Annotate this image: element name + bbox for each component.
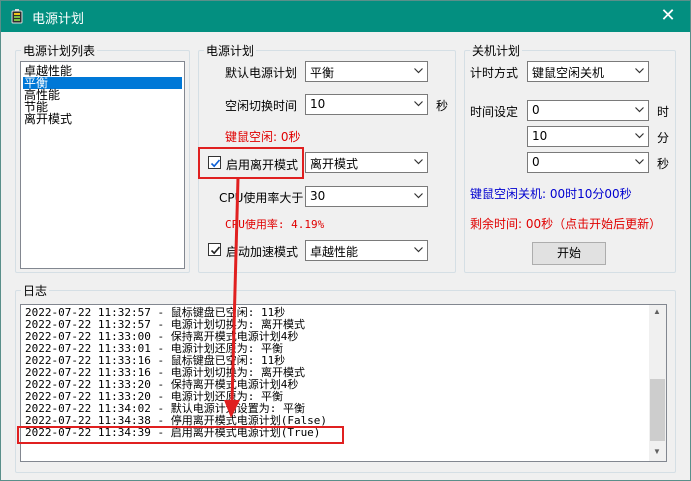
- chevron-down-icon[interactable]: [631, 101, 648, 120]
- idle-switch-label: 空闲切换时间: [225, 99, 298, 113]
- window-title: 电源计划: [32, 12, 85, 27]
- hours-unit: 时: [657, 105, 670, 119]
- default-plan-label: 默认电源计划: [225, 66, 298, 80]
- cpu-threshold-select[interactable]: 30: [305, 186, 428, 207]
- plan-list-item[interactable]: 离开模式: [23, 113, 72, 125]
- power-plan-legend: 电源计划: [204, 42, 257, 59]
- close-icon[interactable]: ✕: [660, 5, 675, 25]
- hours-select[interactable]: 0: [527, 100, 649, 121]
- boost-mode-label[interactable]: 启动加速模式: [226, 243, 298, 260]
- log-scrollbar[interactable]: ▲ ▼: [649, 305, 666, 461]
- timer-mode-value: 键鼠空闲关机: [532, 66, 605, 80]
- seconds-value: 0: [532, 155, 540, 169]
- chevron-down-icon[interactable]: [631, 153, 648, 172]
- app-icon: [11, 9, 23, 24]
- cpu-status-text: CPU使用率: 4.19%: [225, 218, 325, 231]
- boost-mode-select[interactable]: 卓越性能: [305, 240, 428, 261]
- default-plan-select[interactable]: 平衡: [305, 61, 428, 82]
- enable-away-label[interactable]: 启用离开模式: [226, 156, 298, 173]
- seconds-unit: 秒: [657, 157, 670, 171]
- plan-listbox[interactable]: 卓越性能 平衡 高性能 节能 离开模式: [20, 61, 185, 269]
- cpu-threshold-value: 30: [310, 189, 326, 203]
- timer-mode-label: 计时方式: [470, 66, 519, 80]
- chevron-down-icon[interactable]: [410, 153, 427, 172]
- chevron-down-icon[interactable]: [410, 187, 427, 206]
- close-button[interactable]: ✕: [645, 0, 691, 32]
- chevron-down-icon[interactable]: [410, 62, 427, 81]
- boost-mode-value: 卓越性能: [310, 245, 359, 259]
- scrollbar-thumb[interactable]: [650, 379, 665, 441]
- chevron-down-icon[interactable]: [631, 127, 648, 146]
- minutes-unit: 分: [657, 131, 670, 145]
- chevron-down-icon[interactable]: [631, 62, 648, 81]
- checkmark-icon: [210, 246, 221, 255]
- idle-status-text: 键鼠空闲: 0秒: [225, 130, 301, 144]
- start-button-label: 开始: [556, 246, 581, 260]
- minutes-value: 10: [532, 129, 548, 143]
- shutdown-plan-legend: 关机计划: [470, 42, 523, 59]
- idle-shutdown-text: 键鼠空闲关机: 00时10分00秒: [470, 187, 632, 201]
- remaining-time-text: 剩余时间: 00秒（点击开始后更新）: [470, 217, 662, 231]
- idle-switch-unit: 秒: [436, 99, 449, 113]
- scroll-up-icon[interactable]: ▲: [653, 307, 661, 316]
- checkmark-icon: [210, 159, 221, 168]
- boost-mode-checkbox[interactable]: [208, 243, 221, 256]
- scroll-down-icon[interactable]: ▼: [653, 447, 661, 456]
- chevron-down-icon[interactable]: [410, 95, 427, 114]
- away-mode-value: 离开模式: [310, 157, 359, 171]
- minutes-select[interactable]: 10: [527, 126, 649, 147]
- window-client-area: 电源计划列表 卓越性能 平衡 高性能 节能 离开模式 电源计划 默认电源计划 平…: [1, 32, 690, 480]
- hours-value: 0: [532, 103, 540, 117]
- title-bar: 电源计划 ✕: [0, 0, 691, 32]
- log-line: 2022-07-22 11:34:39 - 启用离开模式电源计划(True): [25, 426, 321, 439]
- timer-mode-select[interactable]: 键鼠空闲关机: [527, 61, 649, 82]
- chevron-down-icon[interactable]: [410, 241, 427, 260]
- time-setting-label: 时间设定: [470, 105, 519, 119]
- log-textbox[interactable]: 2022-07-22 11:32:57 - 鼠标键盘已空闲: 11秒 2022-…: [20, 304, 667, 462]
- start-button[interactable]: 开始: [532, 242, 606, 265]
- away-mode-select[interactable]: 离开模式: [305, 152, 428, 173]
- log-legend: 日志: [21, 282, 50, 299]
- idle-switch-value: 10: [310, 97, 326, 111]
- seconds-select[interactable]: 0: [527, 152, 649, 173]
- cpu-threshold-label: CPU使用率大于: [219, 191, 304, 205]
- enable-away-checkbox[interactable]: [208, 156, 221, 169]
- idle-switch-select[interactable]: 10: [305, 94, 428, 115]
- plan-list-legend: 电源计划列表: [21, 42, 98, 59]
- default-plan-value: 平衡: [310, 66, 335, 80]
